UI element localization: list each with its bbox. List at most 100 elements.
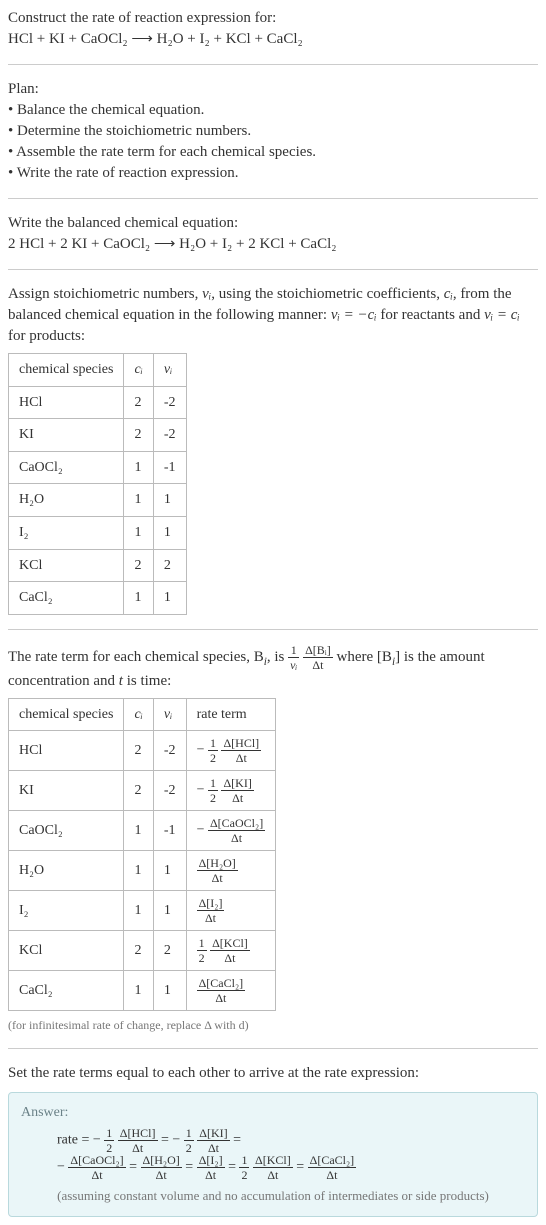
n: 1: [104, 1127, 114, 1141]
rate-frac: Δ[CaCl₂]Δt: [197, 977, 246, 1004]
n: Δ[H₂O]: [141, 1154, 182, 1168]
table-row: CaCl₂ 1 1 Δ[CaCl₂]Δt: [9, 971, 276, 1011]
frac-h2o: Δ[H₂O]Δt: [141, 1154, 182, 1181]
cell-species: KCl: [9, 931, 124, 971]
d: 2: [104, 1141, 114, 1154]
n: Δ[CaOCl₂]: [208, 817, 265, 831]
n: Δ[CaOCl₂]: [68, 1154, 125, 1168]
cell-v: -1: [153, 451, 186, 484]
n: 1: [208, 737, 218, 751]
cell-rate: Δ[CaCl₂]Δt: [186, 971, 276, 1011]
cell-species: CaOCl₂: [9, 811, 124, 851]
cell-rate: − 12 Δ[HCl]Δt: [186, 731, 276, 771]
plan-heading: Plan:: [8, 79, 538, 100]
half: 12: [197, 937, 207, 964]
rateterm-intro: The rate term for each chemical species,…: [8, 644, 538, 692]
balanced-heading: Write the balanced chemical equation:: [8, 213, 538, 234]
denominator: νᵢ: [288, 658, 299, 671]
answer-footnote: (assuming constant volume and no accumul…: [21, 1187, 525, 1205]
cell-v: -1: [153, 811, 186, 851]
plan-bullet: • Assemble the rate term for each chemic…: [8, 142, 538, 163]
nui-label: νᵢ: [164, 707, 172, 722]
plan-bullet: • Determine the stoichiometric numbers.: [8, 121, 538, 142]
n: Δ[HCl]: [118, 1127, 158, 1141]
col-species: chemical species: [9, 354, 124, 387]
rate-frac: Δ[H₂O]Δt: [197, 857, 238, 884]
half: 12: [208, 737, 218, 764]
rate-eq-prefix: rate = −: [57, 1132, 104, 1147]
denominator: Δt: [303, 658, 333, 671]
ci-label: cᵢ: [134, 707, 142, 722]
text: where [B: [337, 649, 392, 665]
col-rate-term: rate term: [186, 698, 276, 731]
d: 2: [197, 951, 207, 964]
col-nui: νᵢ: [153, 354, 186, 387]
n: Δ[KI]: [197, 1127, 229, 1141]
numerator: 1: [288, 644, 299, 658]
eq-reactants: νᵢ = −cᵢ: [331, 307, 377, 323]
frac-caocl2: Δ[CaOCl₂]Δt: [68, 1154, 125, 1181]
answer-box: Answer: rate = − 12 Δ[HCl]Δt = − 12 Δ[KI…: [8, 1092, 538, 1216]
numerator: Δ[Bᵢ]: [303, 644, 333, 658]
n: Δ[KCl]: [253, 1154, 293, 1168]
col-nui: νᵢ: [153, 698, 186, 731]
cell-c: 1: [124, 582, 153, 615]
d: Δt: [253, 1168, 293, 1181]
cell-c: 1: [124, 516, 153, 549]
table-row: HCl2-2: [9, 386, 187, 419]
infinitesimal-note: (for infinitesimal rate of change, repla…: [8, 1017, 538, 1034]
cell-v: 1: [153, 891, 186, 931]
d: Δt: [141, 1168, 182, 1181]
final-heading: Set the rate terms equal to each other t…: [8, 1063, 538, 1084]
table-header-row: chemical species cᵢ νᵢ: [9, 354, 187, 387]
rate-frac: Δ[I₂]Δt: [197, 897, 225, 924]
frac-ki: Δ[KI]Δt: [197, 1127, 229, 1154]
cell-c: 2: [124, 771, 153, 811]
fraction-dBi-dt: Δ[Bᵢ]Δt: [303, 644, 333, 671]
n: 1: [239, 1154, 249, 1168]
cell-v: -2: [153, 386, 186, 419]
table-row: KI2-2: [9, 419, 187, 452]
cell-species: CaOCl₂: [9, 451, 124, 484]
cell-species: H₂O: [9, 484, 124, 517]
d: Δt: [208, 831, 265, 844]
frac-i2: Δ[I₂]Δt: [197, 1154, 225, 1181]
d: 2: [184, 1141, 194, 1154]
frac-cacl2: Δ[CaCl₂]Δt: [308, 1154, 357, 1181]
n: Δ[H₂O]: [197, 857, 238, 871]
ci-label: cᵢ: [134, 362, 142, 377]
table-row: KI 2 -2 − 12 Δ[KI]Δt: [9, 771, 276, 811]
cell-c: 2: [124, 386, 153, 419]
d: Δt: [197, 911, 225, 924]
table-row: CaOCl₂1-1: [9, 451, 187, 484]
d: Δt: [221, 751, 261, 764]
table-row: H₂O 1 1 Δ[H₂O]Δt: [9, 851, 276, 891]
cell-c: 1: [124, 851, 153, 891]
eq-products: νᵢ = cᵢ: [484, 307, 520, 323]
half: 12: [104, 1127, 114, 1154]
cell-rate: 12 Δ[KCl]Δt: [186, 931, 276, 971]
text: for products:: [8, 328, 85, 344]
n: 1: [184, 1127, 194, 1141]
cell-species: KCl: [9, 549, 124, 582]
table-row: KCl 2 2 12 Δ[KCl]Δt: [9, 931, 276, 971]
c-i: cᵢ: [444, 286, 453, 302]
cell-c: 1: [124, 811, 153, 851]
cell-v: 2: [153, 931, 186, 971]
col-species: chemical species: [9, 698, 124, 731]
cell-species: H₂O: [9, 851, 124, 891]
cell-v: -2: [153, 419, 186, 452]
table-row: H₂O11: [9, 484, 187, 517]
plan-bullet: • Balance the chemical equation.: [8, 100, 538, 121]
rate-frac: Δ[KCl]Δt: [210, 937, 250, 964]
cell-c: 2: [124, 549, 153, 582]
plan-bullet: • Write the rate of reaction expression.: [8, 163, 538, 184]
frac-hcl: Δ[HCl]Δt: [118, 1127, 158, 1154]
answer-label: Answer:: [21, 1103, 525, 1123]
cell-species: I₂: [9, 891, 124, 931]
d: 2: [208, 791, 218, 804]
n: Δ[HCl]: [221, 737, 261, 751]
cell-v: -2: [153, 771, 186, 811]
rate-frac: Δ[CaOCl₂]Δt: [208, 817, 265, 844]
nu-i: νᵢ: [202, 286, 211, 302]
